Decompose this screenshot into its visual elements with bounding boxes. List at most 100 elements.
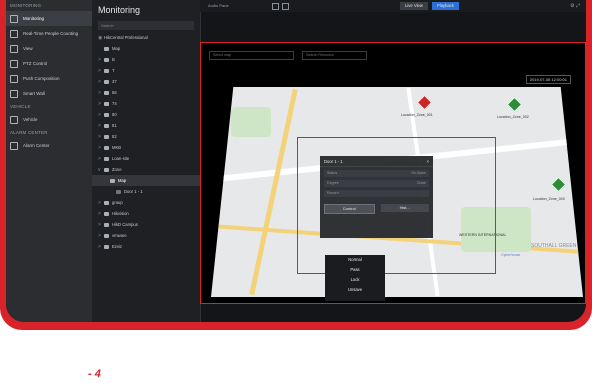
tree-item[interactable]: > B xyxy=(92,54,200,65)
control-dropdown: Normal Pass Lock Unsave xyxy=(325,255,385,301)
folder-icon xyxy=(104,233,109,238)
map-park xyxy=(231,107,271,137)
folder-icon xyxy=(104,244,109,249)
settings-icon[interactable]: ⚙ ⤢ xyxy=(570,3,580,9)
tree-item[interactable]: > MKB xyxy=(92,142,200,153)
resource-tree-panel: Monitoring Search ◉ HikCentral Profession… xyxy=(92,0,201,322)
sidebar-item-smart-wall[interactable]: Smart Wall xyxy=(6,86,92,101)
sidebar-section-title: MONITORING xyxy=(10,3,42,8)
sidebar-item-monitoring[interactable]: Monitoring xyxy=(6,11,92,26)
tree-root-label: HikCentral Professional xyxy=(104,35,148,40)
tree-item[interactable]: > Ezviz xyxy=(92,241,200,252)
dropdown-option-lock[interactable]: Lock xyxy=(325,275,385,285)
tree-item[interactable]: > HikD Campus xyxy=(92,219,200,230)
people-counting-icon xyxy=(10,29,18,38)
tree-item[interactable]: > vmware xyxy=(92,230,200,241)
tree-item[interactable]: v Zone xyxy=(92,164,200,175)
sidebar-section-title: VEHICLE xyxy=(10,104,31,109)
alarm-icon xyxy=(10,141,18,150)
close-icon[interactable]: × xyxy=(427,159,429,164)
smart-wall-icon xyxy=(10,89,18,98)
map-view[interactable]: Select map Search Resource 2019-07-08 12… xyxy=(200,42,586,304)
tree-item-label: Ezviz xyxy=(112,244,123,249)
alarm-marker-icon[interactable] xyxy=(416,94,433,111)
audio-label: Audio Pane xyxy=(208,3,229,8)
tree-item[interactable]: >81 xyxy=(92,120,200,131)
popup-row-record: Record xyxy=(324,190,429,197)
tree-item-label: 81 xyxy=(112,123,117,128)
tree-item[interactable]: >56 xyxy=(92,87,200,98)
tree-item-label: vmware xyxy=(112,233,127,238)
tree-item-label: Door 1 - 1 xyxy=(124,189,143,194)
row-label: Status xyxy=(327,171,338,175)
tree-item-label: MKB xyxy=(112,145,122,150)
folder-icon xyxy=(104,68,109,73)
sidebar-item-vehicle[interactable]: Vehicle xyxy=(6,112,92,127)
tree-item[interactable]: Map xyxy=(92,43,200,54)
door-popup: Door 1 - 1 × Status No Alarm Degree Close R… xyxy=(320,156,433,238)
playback-button[interactable]: Playback xyxy=(432,2,459,10)
map-clock: 2019-07-08 12:00:01 xyxy=(525,75,571,84)
folder-icon xyxy=(104,167,109,172)
dropdown-option-unsave[interactable]: Unsave xyxy=(325,285,385,295)
camera-marker-icon[interactable] xyxy=(506,96,523,113)
sidebar-item-label: PTZ Control xyxy=(23,61,48,66)
history-button[interactable]: Hist... xyxy=(380,204,429,212)
snapshot-icon[interactable] xyxy=(282,3,289,10)
folder-icon xyxy=(104,112,109,117)
vehicle-icon xyxy=(10,115,18,124)
control-button[interactable]: Control xyxy=(324,204,375,214)
popup-row-degree: Degree Close xyxy=(324,180,429,187)
sidebar-item-view[interactable]: View xyxy=(6,41,92,56)
sidebar-item-label: Smart Wall xyxy=(23,91,45,96)
door-icon xyxy=(116,189,121,194)
select-map-input[interactable]: Select map xyxy=(209,51,294,60)
folder-icon xyxy=(104,123,109,128)
dropdown-option-pass[interactable]: Pass xyxy=(325,265,385,275)
row-label: Record xyxy=(327,191,339,195)
folder-icon xyxy=(104,211,109,216)
sidebar-item-alarm-center[interactable]: Alarm Center xyxy=(6,138,92,153)
tree-item[interactable]: > Hikvision xyxy=(92,208,200,219)
sidebar-item-ptz-control[interactable]: PTZ Control xyxy=(6,56,92,71)
tree-item-label: Hikvision xyxy=(112,211,129,216)
dropdown-option-normal[interactable]: Normal xyxy=(325,255,385,265)
row-value: No Alarm xyxy=(411,171,426,175)
row-label: Degree xyxy=(327,181,339,185)
camera-marker-icon[interactable] xyxy=(550,176,567,193)
tree-item-label: Map xyxy=(112,46,121,51)
sidebar-item-people-counting[interactable]: Real-Time People Counting xyxy=(6,26,92,41)
folder-icon xyxy=(104,46,109,51)
tree-item[interactable]: >74 xyxy=(92,98,200,109)
tree-item[interactable]: Door 1 - 1 xyxy=(92,186,200,197)
tree-item[interactable]: > Loan-site xyxy=(92,153,200,164)
left-nav-sidebar: MONITORING Monitoring Real-Time People C… xyxy=(6,0,92,322)
sidebar-item-label: View xyxy=(23,46,33,51)
tree-search-input[interactable]: Search xyxy=(98,21,194,30)
tree-item[interactable]: > T xyxy=(92,65,200,76)
map-filter-bar: Select map Search Resource xyxy=(209,51,367,60)
app-screen: MONITORING Monitoring Real-Time People C… xyxy=(6,0,586,322)
sidebar-item-push-composition[interactable]: Push Composition xyxy=(6,71,92,86)
tree-item[interactable]: > group xyxy=(92,197,200,208)
live-view-button[interactable]: Live View xyxy=(400,2,428,10)
area-label: SOUTHALL GREEN xyxy=(531,243,577,249)
tree-root[interactable]: ◉ HikCentral Professional xyxy=(92,32,200,43)
tree-item[interactable]: >80 xyxy=(92,109,200,120)
popup-header: Door 1 - 1 × xyxy=(320,156,433,167)
folder-icon xyxy=(104,222,109,227)
tree-item-label: T xyxy=(112,68,115,73)
tree-item-label: 37 xyxy=(112,79,117,84)
tree-item[interactable]: Map xyxy=(92,175,200,186)
window-layout-icon[interactable] xyxy=(272,3,279,10)
sidebar-item-label: Monitoring xyxy=(23,16,45,21)
top-toolbar: Audio Pane Live View Playback ⚙ ⤢ xyxy=(200,0,586,12)
tree-item[interactable]: >37 xyxy=(92,76,200,87)
view-icon xyxy=(10,44,18,53)
popup-row-status: Status No Alarm xyxy=(324,170,429,177)
monitoring-icon xyxy=(10,14,18,23)
folder-icon xyxy=(104,101,109,106)
composition-icon xyxy=(10,74,18,83)
tree-item[interactable]: >82 xyxy=(92,131,200,142)
search-resource-input[interactable]: Search Resource xyxy=(302,51,367,60)
